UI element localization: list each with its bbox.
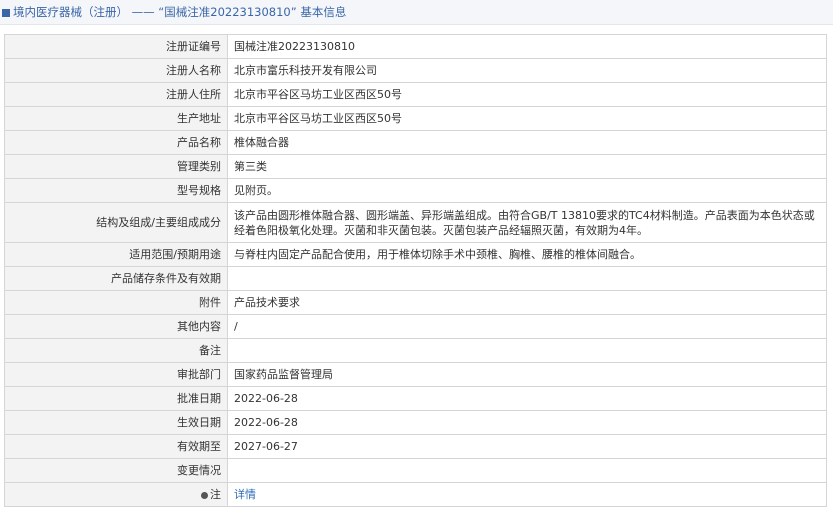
row-value: 北京市平谷区马坊工业区西区50号 <box>227 106 827 131</box>
row-label: 产品储存条件及有效期 <box>4 266 228 291</box>
table-row: 结构及组成/主要组成成分 该产品由圆形椎体融合器、圆形端盖、异形端盖组成。由符合… <box>4 202 827 243</box>
page-title: 境内医疗器械（注册） —— “国械注准20223130810” 基本信息 <box>13 5 347 19</box>
info-table-wrapper: 注册证编号 国械注准20223130810 注册人名称 北京市富乐科技开发有限公… <box>4 34 827 507</box>
row-value: 国械注准20223130810 <box>227 34 827 59</box>
row-value: 第三类 <box>227 154 827 179</box>
row-value: 2027-06-27 <box>227 434 827 459</box>
table-row: 产品名称 椎体融合器 <box>4 130 827 155</box>
row-label: 型号规格 <box>4 178 228 203</box>
row-label: 批准日期 <box>4 386 228 411</box>
device-info-table: 注册证编号 国械注准20223130810 注册人名称 北京市富乐科技开发有限公… <box>4 34 827 507</box>
table-row: 注册证编号 国械注准20223130810 <box>4 34 827 59</box>
row-label: 结构及组成/主要组成成分 <box>4 202 228 243</box>
note-value-cell: 详情 <box>227 482 827 507</box>
table-row: 注册人住所 北京市平谷区马坊工业区西区50号 <box>4 82 827 107</box>
table-row: 管理类别 第三类 <box>4 154 827 179</box>
row-value: 与脊柱内固定产品配合使用，用于椎体切除手术中颈椎、胸椎、腰椎的椎体间融合。 <box>227 242 827 267</box>
page-header: 境内医疗器械（注册） —— “国械注准20223130810” 基本信息 <box>0 0 833 25</box>
table-row: 有效期至 2027-06-27 <box>4 434 827 459</box>
table-row: 生效日期 2022-06-28 <box>4 410 827 435</box>
row-value: 椎体融合器 <box>227 130 827 155</box>
row-label: 变更情况 <box>4 458 228 483</box>
row-label: 注册人名称 <box>4 58 228 83</box>
table-row: 批准日期 2022-06-28 <box>4 386 827 411</box>
row-value: 产品技术要求 <box>227 290 827 315</box>
row-label: 备注 <box>4 338 228 363</box>
table-row: 审批部门 国家药品监督管理局 <box>4 362 827 387</box>
table-row: 注 详情 <box>4 482 827 507</box>
row-label: 有效期至 <box>4 434 228 459</box>
table-row: 产品储存条件及有效期 <box>4 266 827 291</box>
table-row: 注册人名称 北京市富乐科技开发有限公司 <box>4 58 827 83</box>
header-marker-icon <box>2 8 10 17</box>
note-label-cell: 注 <box>4 482 228 507</box>
table-row: 其他内容 / <box>4 314 827 339</box>
row-label: 生效日期 <box>4 410 228 435</box>
row-label: 注 <box>210 488 221 501</box>
row-label: 适用范围/预期用途 <box>4 242 228 267</box>
row-value <box>227 266 827 291</box>
row-label: 注册证编号 <box>4 34 228 59</box>
row-label: 审批部门 <box>4 362 228 387</box>
row-value: / <box>227 314 827 339</box>
row-value: 北京市富乐科技开发有限公司 <box>227 58 827 83</box>
table-row: 变更情况 <box>4 458 827 483</box>
row-value: 2022-06-28 <box>227 410 827 435</box>
details-link[interactable]: 详情 <box>234 488 256 501</box>
row-value: 该产品由圆形椎体融合器、圆形端盖、异形端盖组成。由符合GB/T 13810要求的… <box>227 202 827 243</box>
row-label: 附件 <box>4 290 228 315</box>
row-value: 北京市平谷区马坊工业区西区50号 <box>227 82 827 107</box>
row-label: 管理类别 <box>4 154 228 179</box>
note-dot-icon <box>201 491 208 499</box>
row-value <box>227 458 827 483</box>
table-row: 型号规格 见附页。 <box>4 178 827 203</box>
table-row: 备注 <box>4 338 827 363</box>
table-row: 适用范围/预期用途 与脊柱内固定产品配合使用，用于椎体切除手术中颈椎、胸椎、腰椎… <box>4 242 827 267</box>
row-label: 产品名称 <box>4 130 228 155</box>
row-value: 见附页。 <box>227 178 827 203</box>
row-value: 国家药品监督管理局 <box>227 362 827 387</box>
row-value: 2022-06-28 <box>227 386 827 411</box>
row-label: 其他内容 <box>4 314 228 339</box>
row-label: 生产地址 <box>4 106 228 131</box>
table-row: 附件 产品技术要求 <box>4 290 827 315</box>
row-value <box>227 338 827 363</box>
row-label: 注册人住所 <box>4 82 228 107</box>
table-row: 生产地址 北京市平谷区马坊工业区西区50号 <box>4 106 827 131</box>
